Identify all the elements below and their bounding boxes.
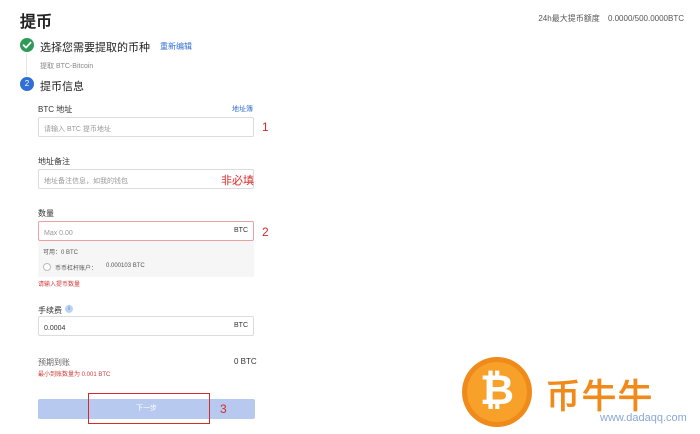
amount-error: 请输入提币数量 xyxy=(38,282,81,288)
step-connector xyxy=(26,54,27,76)
memo-label: 地址备注 xyxy=(38,157,70,166)
address-input[interactable] xyxy=(39,120,214,139)
annotation-1: 1 xyxy=(262,120,269,134)
step1-title: 选择您需要提取的币种 xyxy=(40,42,150,54)
memo-input[interactable] xyxy=(39,172,214,191)
min-receive-note: 最小到账数量为 0.001 BTC xyxy=(38,372,111,378)
amount-field[interactable]: BTC xyxy=(38,221,254,243)
fee-unit: BTC xyxy=(234,322,248,329)
withdraw-limit-value: 0.0000/500.0000BTC xyxy=(607,14,684,23)
annotation-2: 2 xyxy=(262,225,269,239)
withdraw-limit: 24h最大提币额度 0.0000/500.0000BTC xyxy=(538,13,684,24)
page-title: 提币 xyxy=(20,14,53,31)
annotation-3: 3 xyxy=(220,402,227,416)
fee-label: 手续费 xyxy=(38,306,62,315)
fee-field: BTC xyxy=(38,316,254,338)
watermark-url: www.dadaqq.com xyxy=(600,412,687,424)
amount-input[interactable] xyxy=(39,224,214,243)
address-book-link[interactable]: 地址簿 xyxy=(232,104,253,114)
bitcoin-glyph: ₿ xyxy=(479,365,515,414)
annotation-box xyxy=(88,393,210,424)
annotation-optional: 非必填 xyxy=(221,175,254,187)
amount-label: 数量 xyxy=(38,209,54,218)
fee-input xyxy=(39,319,214,338)
address-field[interactable] xyxy=(38,117,254,139)
amount-unit: BTC xyxy=(234,227,248,234)
step2-title: 提币信息 xyxy=(40,81,84,93)
address-label: BTC 地址 xyxy=(38,105,73,114)
margin-account-label: 币币杠杆账户： xyxy=(55,266,98,272)
margin-account-checkbox[interactable] xyxy=(43,263,51,271)
available-balance: 可用：0 BTC xyxy=(43,250,79,256)
receive-value: 0 BTC xyxy=(234,357,257,366)
selected-coin: 提取 BTC-Bitcoin xyxy=(40,63,94,70)
margin-account-value: 0.000103 BTC xyxy=(106,263,145,269)
info-icon[interactable]: i xyxy=(65,305,73,313)
reedit-link[interactable]: 重新编辑 xyxy=(160,41,192,52)
step2-number: 2 xyxy=(20,77,34,91)
check-circle-icon xyxy=(20,38,34,52)
receive-label: 预期到账 xyxy=(38,358,70,367)
withdraw-limit-label: 24h最大提币额度 xyxy=(538,14,600,23)
watermark-brand: 币牛牛 xyxy=(546,378,654,416)
bitcoin-logo-icon: ₿ xyxy=(462,357,532,427)
